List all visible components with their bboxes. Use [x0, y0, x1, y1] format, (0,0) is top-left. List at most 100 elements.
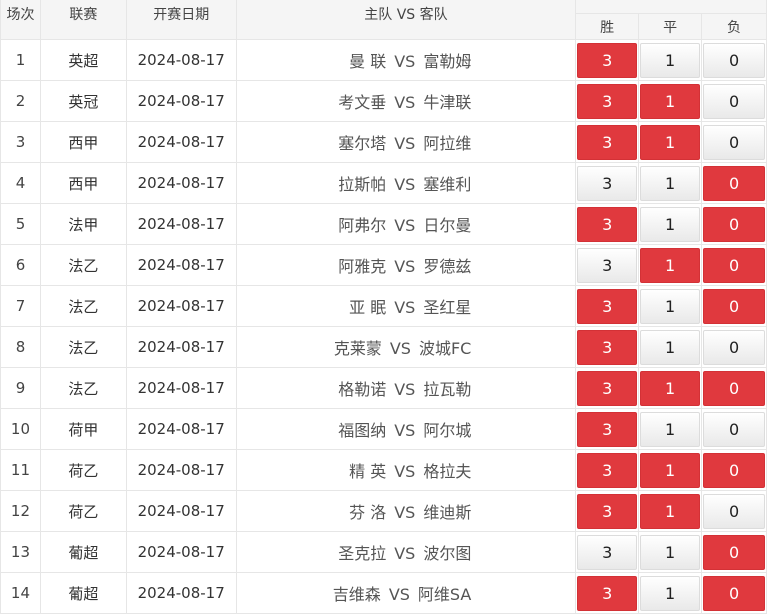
option-button-win[interactable]: 3	[577, 165, 638, 201]
match-teams: 芬 洛 VS 维迪斯	[235, 490, 577, 532]
match-teams: 拉斯帕 VS 塞维利	[235, 162, 577, 204]
option-button-win[interactable]: 3	[577, 493, 638, 529]
match-index: 13	[0, 531, 41, 573]
match-date: 2024-08-17	[125, 203, 237, 245]
match-teams: 塞尔塔 VS 阿拉维	[235, 121, 577, 163]
option-button-win[interactable]: 3	[577, 247, 638, 283]
match-date: 2024-08-17	[125, 572, 237, 614]
option-button-draw[interactable]: 1	[640, 83, 701, 119]
option-button-draw[interactable]: 1	[640, 411, 701, 447]
option-button-draw[interactable]: 1	[640, 493, 701, 529]
option-button-win[interactable]: 3	[577, 206, 638, 242]
option-button-draw[interactable]: 1	[640, 288, 701, 324]
home-team: 圣克拉	[338, 544, 387, 563]
match-index: 9	[0, 367, 41, 409]
vs-label: VS	[394, 175, 416, 194]
option-button-lose[interactable]: 0	[703, 411, 765, 447]
option-button-draw[interactable]: 1	[640, 165, 701, 201]
header-date: 开赛日期	[125, 0, 237, 40]
option-cell-draw: 1	[638, 162, 703, 204]
option-button-lose[interactable]: 0	[703, 329, 765, 365]
option-button-win[interactable]: 3	[577, 288, 638, 324]
option-button-draw[interactable]: 1	[640, 575, 701, 611]
option-button-draw[interactable]: 1	[640, 329, 701, 365]
option-button-lose[interactable]: 0	[703, 452, 765, 488]
match-teams: 圣克拉 VS 波尔图	[235, 531, 577, 573]
table-row: 9 法乙 2024-08-17 格勒诺 VS 拉瓦勒 3 1 0	[0, 367, 767, 409]
option-button-lose[interactable]: 0	[703, 288, 765, 324]
vs-label: VS	[394, 52, 416, 71]
option-button-lose[interactable]: 0	[703, 42, 765, 78]
option-button-win[interactable]: 3	[577, 329, 638, 365]
vs-label: VS	[388, 585, 410, 604]
away-team: 日尔曼	[423, 216, 472, 235]
option-button-lose[interactable]: 0	[703, 165, 765, 201]
option-button-win[interactable]: 3	[577, 411, 638, 447]
option-button-win[interactable]: 3	[577, 452, 638, 488]
header-options-group	[575, 0, 767, 14]
option-cell-lose: 0	[701, 285, 767, 327]
away-team: 阿维SA	[417, 585, 472, 604]
away-team: 格拉夫	[423, 462, 472, 481]
option-button-draw[interactable]: 1	[640, 206, 701, 242]
option-cell-win: 3	[575, 408, 640, 450]
option-button-lose[interactable]: 0	[703, 493, 765, 529]
option-button-win[interactable]: 3	[577, 83, 638, 119]
option-button-win[interactable]: 3	[577, 42, 638, 78]
away-team: 阿尔城	[423, 421, 472, 440]
league-name: 荷甲	[39, 408, 127, 450]
league-name: 葡超	[39, 572, 127, 614]
table-row: 10 荷甲 2024-08-17 福图纳 VS 阿尔城 3 1 0	[0, 408, 767, 450]
match-teams: 吉维森 VS 阿维SA	[235, 572, 577, 614]
option-cell-win: 3	[575, 162, 640, 204]
option-button-win[interactable]: 3	[577, 534, 638, 570]
option-cell-draw: 1	[638, 80, 703, 122]
league-name: 葡超	[39, 531, 127, 573]
match-teams: 考文垂 VS 牛津联	[235, 80, 577, 122]
option-cell-lose: 0	[701, 490, 767, 532]
option-button-draw[interactable]: 1	[640, 534, 701, 570]
vs-label: VS	[394, 380, 416, 399]
home-team: 福图纳	[338, 421, 387, 440]
match-index: 3	[0, 121, 41, 163]
option-button-draw[interactable]: 1	[640, 124, 701, 160]
option-button-lose[interactable]: 0	[703, 124, 765, 160]
table-row: 14 葡超 2024-08-17 吉维森 VS 阿维SA 3 1 0	[0, 572, 767, 614]
option-button-lose[interactable]: 0	[703, 575, 765, 611]
option-cell-draw: 1	[638, 531, 703, 573]
option-button-lose[interactable]: 0	[703, 206, 765, 242]
option-button-win[interactable]: 3	[577, 575, 638, 611]
header-match: 主队 VS 客队	[235, 0, 577, 40]
away-team: 牛津联	[423, 93, 472, 112]
option-cell-draw: 1	[638, 121, 703, 163]
option-cell-win: 3	[575, 572, 640, 614]
option-button-lose[interactable]: 0	[703, 247, 765, 283]
option-button-draw[interactable]: 1	[640, 247, 701, 283]
option-button-lose[interactable]: 0	[703, 534, 765, 570]
league-name: 法乙	[39, 285, 127, 327]
option-cell-draw: 1	[638, 326, 703, 368]
home-team: 格勒诺	[338, 380, 387, 399]
option-button-draw[interactable]: 1	[640, 42, 701, 78]
option-button-win[interactable]: 3	[577, 124, 638, 160]
option-cell-lose: 0	[701, 408, 767, 450]
match-teams: 精 英 VS 格拉夫	[235, 449, 577, 491]
option-cell-draw: 1	[638, 367, 703, 409]
option-cell-lose: 0	[701, 121, 767, 163]
option-button-lose[interactable]: 0	[703, 83, 765, 119]
vs-label: VS	[394, 134, 416, 153]
home-team: 阿雅克	[338, 257, 387, 276]
option-cell-lose: 0	[701, 531, 767, 573]
league-name: 荷乙	[39, 490, 127, 532]
option-cell-lose: 0	[701, 244, 767, 286]
match-teams: 阿雅克 VS 罗德兹	[235, 244, 577, 286]
option-button-win[interactable]: 3	[577, 370, 638, 406]
option-cell-win: 3	[575, 39, 640, 81]
option-button-draw[interactable]: 1	[640, 370, 701, 406]
option-cell-win: 3	[575, 326, 640, 368]
option-cell-lose: 0	[701, 162, 767, 204]
match-index: 8	[0, 326, 41, 368]
option-button-lose[interactable]: 0	[703, 370, 765, 406]
option-button-draw[interactable]: 1	[640, 452, 701, 488]
table-row: 5 法甲 2024-08-17 阿弗尔 VS 日尔曼 3 1 0	[0, 203, 767, 245]
